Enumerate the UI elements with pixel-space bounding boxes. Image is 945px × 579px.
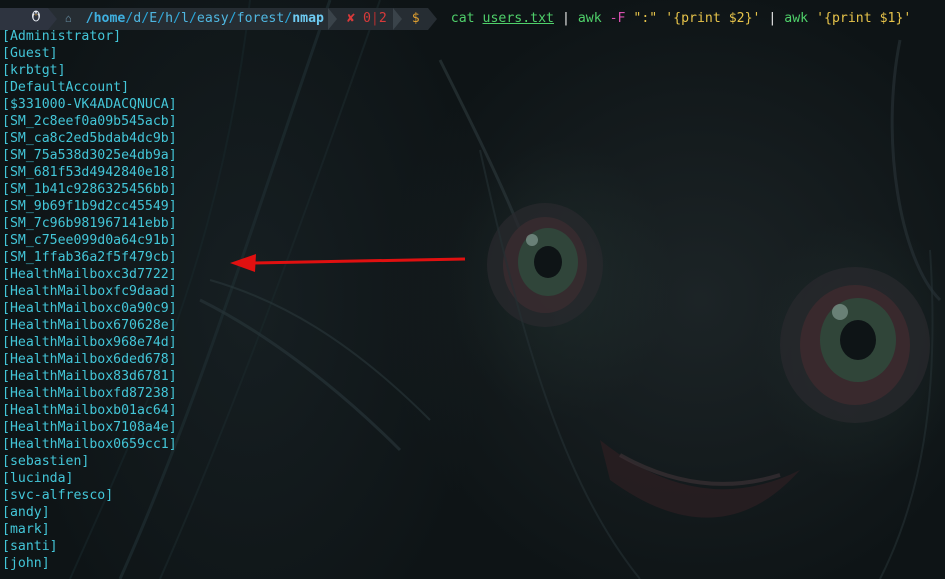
shell-prompt: ⌂ /home / d / E / h / l / easy / forest / nmap ✘ 0 | 2 $… bbox=[0, 8, 911, 30]
command-file-arg: users.txt bbox=[482, 11, 554, 26]
command-awk-program: '{print $1}' bbox=[808, 11, 912, 26]
output-line: [HealthMailbox83d6781] bbox=[2, 369, 177, 384]
output-line: [SM_1b41c9286325456bb] bbox=[2, 182, 177, 197]
jobs-count: 2 bbox=[378, 11, 387, 26]
exit-code: 0 bbox=[362, 11, 371, 26]
output-line: [HealthMailboxc0a90c9] bbox=[2, 301, 177, 316]
path-part: h bbox=[165, 11, 174, 26]
path-part: E bbox=[149, 11, 158, 26]
output-line: [santi] bbox=[2, 539, 58, 554]
output-line: [SM_75a538d3025e4db9a] bbox=[2, 148, 177, 163]
output-line: [john] bbox=[2, 556, 50, 571]
output-line: [krbtgt] bbox=[2, 63, 66, 78]
command-output: [Administrator] [Guest] [krbtgt] [Defaul… bbox=[2, 28, 177, 572]
output-line: [SM_9b69f1b9d2cc45549] bbox=[2, 199, 177, 214]
path-root: /home bbox=[85, 11, 126, 26]
error-icon: ✘ bbox=[346, 11, 355, 26]
output-line: [HealthMailbox7108a4e] bbox=[2, 420, 177, 435]
path-part: d bbox=[133, 11, 142, 26]
command-pipe: | bbox=[760, 11, 785, 26]
output-line: [lucinda] bbox=[2, 471, 74, 486]
output-line: [HealthMailbox670628e] bbox=[2, 318, 177, 333]
output-line: [SM_7c96b981967141ebb] bbox=[2, 216, 177, 231]
command-delimiter: ":" bbox=[633, 11, 658, 26]
segment-separator-arrow bbox=[427, 8, 437, 30]
command-line[interactable]: cat users.txt | awk -F ":" '{print $2}' … bbox=[437, 8, 912, 30]
output-line: [Administrator] bbox=[2, 29, 122, 44]
status-segment: ✘ 0 | 2 bbox=[336, 8, 393, 30]
output-line: [$331000-VK4ADACQNUCA] bbox=[2, 97, 177, 112]
status-separator: | bbox=[370, 11, 379, 26]
folder-icon: ⌂ bbox=[65, 12, 72, 25]
prompt-symbol-segment: $ bbox=[401, 8, 428, 30]
output-line: [SM_1ffab36a2f5f479cb] bbox=[2, 250, 177, 265]
output-line: [SM_c75ee099d0a64c91b] bbox=[2, 233, 177, 248]
output-line: [HealthMailbox6ded678] bbox=[2, 352, 177, 367]
segment-separator-arrow bbox=[48, 8, 57, 30]
output-line: [andy] bbox=[2, 505, 50, 520]
segment-separator-arrow bbox=[392, 8, 402, 30]
path-current-dir: nmap bbox=[292, 11, 324, 26]
command-awk: awk bbox=[577, 11, 602, 26]
path-part: easy bbox=[196, 11, 229, 26]
output-line: [SM_681f53d4942840e18] bbox=[2, 165, 177, 180]
output-line: [HealthMailboxc3d7722] bbox=[2, 267, 177, 282]
terminal-window[interactable]: ⌂ /home / d / E / h / l / easy / forest / nmap ✘ 0 | 2 $… bbox=[0, 0, 945, 579]
output-line: [mark] bbox=[2, 522, 50, 537]
output-line: [Guest] bbox=[2, 46, 58, 61]
output-line: [HealthMailboxfc9daad] bbox=[2, 284, 177, 299]
path-part: l bbox=[181, 11, 189, 26]
prompt-symbol: $ bbox=[411, 11, 420, 26]
linux-penguin-icon bbox=[30, 8, 42, 30]
output-line: [SM_2c8eef0a09b545acb] bbox=[2, 114, 177, 129]
output-line: [HealthMailboxb01ac64] bbox=[2, 403, 177, 418]
output-line: [HealthMailbox0659cc1] bbox=[2, 437, 177, 452]
command-awk: awk bbox=[784, 11, 809, 26]
directory-segment: ⌂ /home / d / E / h / l / easy / forest / nmap bbox=[57, 8, 328, 30]
command-pipe: | bbox=[554, 11, 578, 26]
output-line: [SM_ca8c2ed5bdab4dc9b] bbox=[2, 131, 177, 146]
command-cat: cat bbox=[450, 11, 475, 26]
output-line: [HealthMailboxfd87238] bbox=[2, 386, 177, 401]
output-line: [sebastien] bbox=[2, 454, 90, 469]
command-awk-program: '{print $2}' bbox=[657, 11, 761, 26]
command-option: -F bbox=[601, 11, 634, 26]
output-line: [HealthMailbox968e74d] bbox=[2, 335, 177, 350]
output-line: [DefaultAccount] bbox=[2, 80, 130, 95]
output-line: [svc-alfresco] bbox=[2, 488, 114, 503]
segment-separator-arrow bbox=[327, 8, 337, 30]
path-part: forest bbox=[236, 11, 285, 26]
os-segment bbox=[0, 8, 48, 30]
